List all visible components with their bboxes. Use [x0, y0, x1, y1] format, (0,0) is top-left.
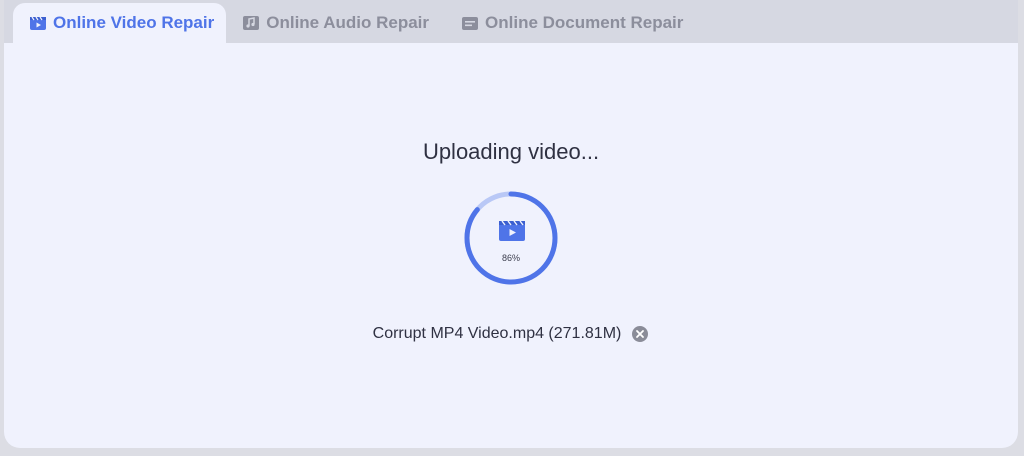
- tab-label: Online Video Repair: [53, 13, 215, 32]
- uploaded-file-row: Corrupt MP4 Video.mp4 (271.81M): [4, 325, 1018, 343]
- tab-bar: Online Video Repair Online Audio Repair …: [4, 0, 1018, 43]
- tab-online-video-repair[interactable]: Online Video Repair: [13, 3, 227, 43]
- tab-online-document-repair[interactable]: Online Document Repair: [445, 3, 699, 43]
- close-icon[interactable]: [631, 325, 649, 343]
- music-note-icon: [242, 14, 260, 32]
- video-clapper-icon: [29, 14, 47, 32]
- document-icon: [461, 14, 479, 32]
- tab-label: Online Audio Repair: [266, 13, 430, 32]
- tab-label: Online Document Repair: [485, 13, 684, 32]
- upload-panel: Uploading video... 86% Corrupt MP4 Video…: [4, 43, 1018, 448]
- upload-status-title: Uploading video...: [422, 139, 600, 164]
- video-clapper-icon: [498, 218, 526, 242]
- file-name: Corrupt MP4 Video.mp4 (271.81M): [372, 325, 622, 342]
- tab-online-audio-repair[interactable]: Online Audio Repair: [226, 3, 445, 43]
- upload-progress-ring: 86%: [463, 190, 559, 286]
- progress-percent: 86%: [501, 253, 520, 263]
